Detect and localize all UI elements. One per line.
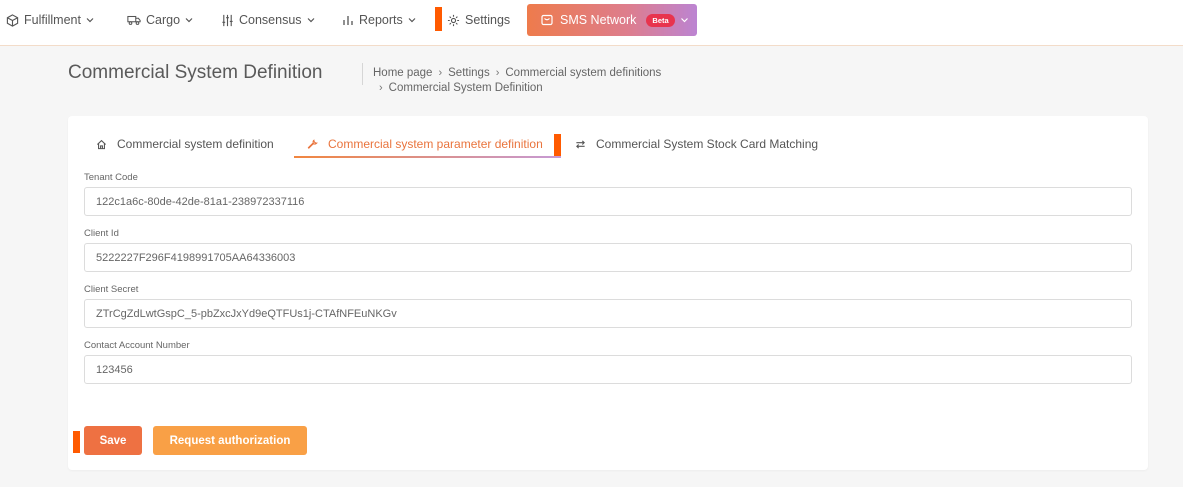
nav-cargo[interactable]: Cargo: [127, 0, 193, 40]
sms-network-label: SMS Network: [560, 13, 637, 27]
client-secret-label: Client Secret: [84, 284, 139, 295]
breadcrumb: Home page › Settings › Commercial system…: [373, 67, 661, 79]
breadcrumb-commercial-system-definitions[interactable]: Commercial system definitions: [505, 67, 661, 79]
request-authorization-button[interactable]: Request authorization: [153, 426, 307, 455]
gear-icon: [447, 14, 460, 27]
nav-cargo-label: Cargo: [146, 13, 181, 27]
form-card: [68, 116, 1148, 470]
highlight-marker: [73, 431, 80, 453]
breadcrumb-separator-icon: ›: [438, 67, 443, 79]
contact-account-number-label: Contact Account Number: [84, 340, 190, 351]
nav-settings[interactable]: Settings: [447, 0, 510, 40]
breadcrumb-separator-icon: ›: [495, 67, 500, 79]
breadcrumb-home[interactable]: Home page: [373, 67, 432, 79]
breadcrumb-separator-icon: ›: [379, 82, 383, 94]
sliders-icon: [221, 14, 234, 27]
highlight-marker: [435, 7, 442, 31]
message-icon: [541, 14, 553, 26]
tab-commercial-system-definition[interactable]: Commercial system definition: [96, 130, 274, 158]
highlight-marker: [554, 134, 561, 156]
chevron-down-icon: [307, 17, 315, 23]
breadcrumb-continued: › Commercial System Definition: [379, 82, 543, 94]
chevron-down-icon[interactable]: [680, 17, 689, 23]
home-icon: [96, 139, 107, 150]
tenant-code-input[interactable]: [84, 187, 1132, 216]
swap-icon: [575, 139, 586, 150]
title-divider: [362, 63, 363, 85]
client-secret-input[interactable]: [84, 299, 1132, 328]
active-tab-underline: [294, 156, 561, 158]
tab-label: Commercial system parameter definition: [328, 137, 543, 151]
page-title: Commercial System Definition: [68, 62, 323, 83]
nav-reports[interactable]: Reports: [342, 0, 416, 40]
nav-consensus-label: Consensus: [239, 13, 302, 27]
chevron-down-icon: [408, 17, 416, 23]
client-id-label: Client Id: [84, 228, 119, 239]
contact-account-number-input[interactable]: [84, 355, 1132, 384]
tab-label: Commercial System Stock Card Matching: [596, 137, 819, 151]
box-gear-icon: [6, 13, 19, 27]
client-id-input[interactable]: [84, 243, 1132, 272]
wrench-icon: [307, 138, 318, 150]
chevron-down-icon: [185, 17, 193, 23]
nav-fulfillment-label: Fulfillment: [24, 13, 81, 27]
breadcrumb-current: Commercial System Definition: [388, 82, 543, 94]
bar-chart-icon: [342, 14, 354, 26]
tenant-code-label: Tenant Code: [84, 172, 138, 183]
nav-fulfillment[interactable]: Fulfillment: [6, 0, 94, 40]
tab-label: Commercial system definition: [117, 137, 274, 151]
tab-commercial-system-parameter-definition[interactable]: Commercial system parameter definition: [307, 130, 543, 158]
nav-consensus[interactable]: Consensus: [221, 0, 315, 40]
chevron-down-icon: [86, 17, 94, 23]
tab-commercial-system-stock-card-matching[interactable]: Commercial System Stock Card Matching: [575, 130, 818, 158]
breadcrumb-settings[interactable]: Settings: [448, 67, 490, 79]
truck-icon: [127, 14, 141, 26]
top-navigation-bar: Fulfillment Cargo Consensus Reports Sett…: [0, 0, 1183, 46]
sms-network-button[interactable]: SMS Network Beta: [527, 4, 697, 36]
beta-badge: Beta: [646, 13, 675, 27]
nav-settings-label: Settings: [465, 13, 511, 27]
nav-reports-label: Reports: [359, 13, 403, 27]
save-button[interactable]: Save: [84, 426, 142, 455]
